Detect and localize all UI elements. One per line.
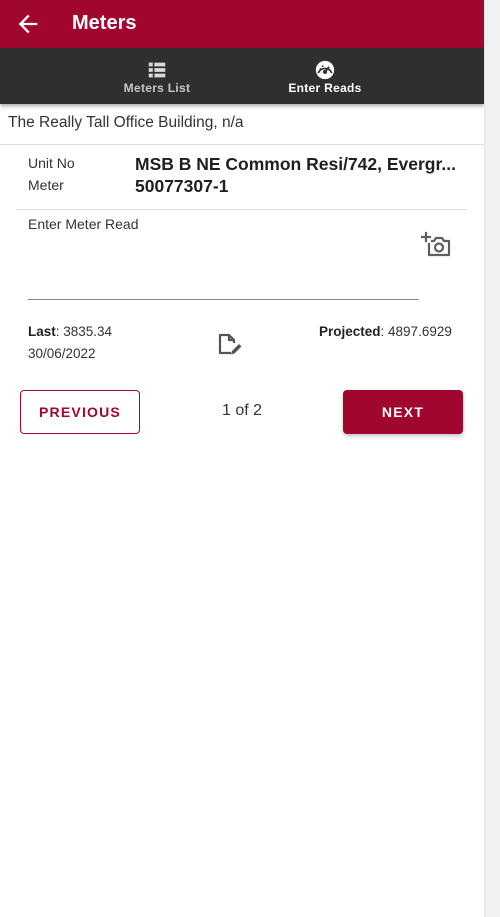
tab-meters-list[interactable]: Meters List xyxy=(82,48,232,104)
projected-read-label: Projected xyxy=(319,324,381,339)
add-photo-camera-icon xyxy=(420,231,451,257)
edit-note-button[interactable] xyxy=(216,331,244,359)
meter-read-input[interactable] xyxy=(28,240,418,298)
page-indicator: 1 of 2 xyxy=(221,402,263,419)
arrow-left-icon xyxy=(18,14,38,34)
divider xyxy=(0,144,484,145)
last-read-label: Last xyxy=(28,324,56,339)
tab-enter-reads-label: Enter Reads xyxy=(288,81,362,95)
tab-enter-reads[interactable]: Enter Reads xyxy=(250,48,400,104)
page-title: Meters xyxy=(72,12,137,34)
unit-no-value: MSB B NE Common Resi/742, Evergr... xyxy=(135,154,456,174)
meter-read-underline xyxy=(28,299,419,300)
next-button[interactable]: NEXT xyxy=(343,390,463,434)
unit-no-label: Unit No xyxy=(28,155,75,171)
back-button[interactable] xyxy=(14,10,42,38)
table-list-icon xyxy=(148,62,166,78)
location-text: The Really Tall Office Building, n/a xyxy=(8,114,244,131)
scrollbar[interactable] xyxy=(484,0,500,917)
tab-bar: Meters List Enter Reads xyxy=(0,48,484,104)
speedometer-icon xyxy=(315,60,335,80)
app-bar: Meters xyxy=(0,0,484,48)
meter-read-label: Enter Meter Read xyxy=(28,216,139,232)
edit-note-icon xyxy=(218,333,242,355)
last-read-date: 30/06/2022 xyxy=(28,346,96,361)
last-read-value: : 3835.34 xyxy=(55,324,113,339)
tab-meters-list-label: Meters List xyxy=(123,81,191,95)
meter-label: Meter xyxy=(28,177,64,193)
meter-number-value: 50077307-1 xyxy=(135,176,229,196)
app-screen: Meters Meters List Enter Reads The Reall… xyxy=(0,0,484,917)
previous-button[interactable]: PREVIOUS xyxy=(20,390,140,434)
add-photo-button[interactable] xyxy=(420,230,453,260)
projected-read: Projected: 4897.6929 xyxy=(319,324,452,339)
projected-read-value: : 4897.6929 xyxy=(380,324,452,339)
divider xyxy=(16,209,467,210)
last-read: Last: 3835.34 xyxy=(28,324,112,339)
